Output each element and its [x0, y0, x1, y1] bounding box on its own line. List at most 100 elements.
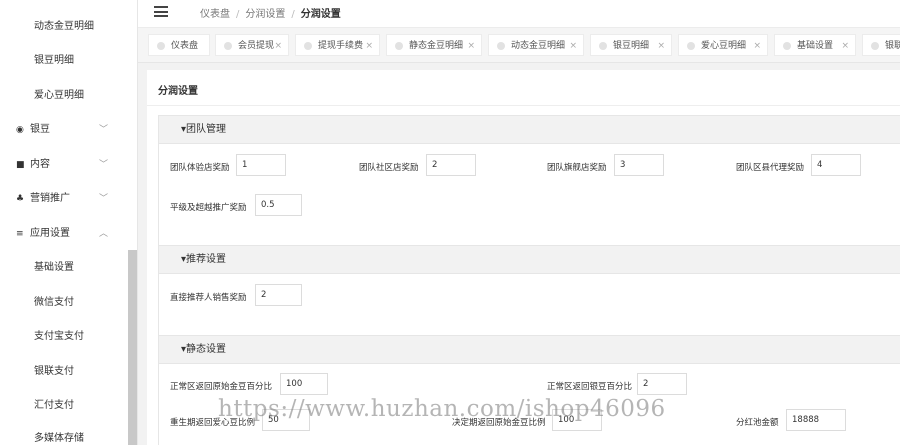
section-static-settings: ▾静态设置 正常区返回原始金豆百分比 正常区返回银豆百分比 重生期返回爱心豆比例… — [158, 335, 900, 445]
breadcrumb: 仪表盘 / 分润设置 / 分润设置 — [200, 9, 341, 20]
tab-dynamic-gold[interactable]: 动态金豆明细 × — [488, 34, 584, 56]
tab-withdrawal[interactable]: 会员提现 × — [215, 34, 289, 56]
top-header: 仪表盘 / 分润设置 / 分润设置 — [138, 0, 900, 28]
sidebar-item-wechat-pay[interactable]: 微信支付 — [0, 286, 128, 320]
normal-zone-silver-return-input[interactable] — [637, 373, 687, 395]
tab-dot-icon — [871, 42, 879, 50]
close-icon[interactable]: × — [274, 35, 282, 57]
direct-referrer-sales-reward-input[interactable] — [255, 284, 302, 306]
tab-dot-icon — [224, 42, 232, 50]
close-icon[interactable]: × — [365, 35, 373, 57]
section-header[interactable]: ▾团队管理 — [159, 116, 900, 144]
sidebar-group-label: 应用设置 — [30, 228, 70, 239]
sidebar-item-silver-detail[interactable]: 银豆明细 — [0, 44, 128, 78]
decision-period-gold-return-input[interactable] — [552, 409, 602, 431]
sidebar-scrollbar[interactable] — [128, 250, 137, 445]
field-label: 团队社区店奖励 — [359, 163, 419, 173]
field-label: 分红池金额 — [736, 418, 779, 428]
team-flagship-store-reward-input[interactable] — [614, 154, 664, 176]
tab-love-detail[interactable]: 爱心豆明细 × — [678, 34, 768, 56]
section-header[interactable]: ▾推荐设置 — [159, 246, 900, 274]
sidebar-item-huifu-pay[interactable]: 汇付支付 — [0, 389, 128, 423]
section-header[interactable]: ▾静态设置 — [159, 336, 900, 364]
field-label: 团队区县代理奖励 — [736, 163, 805, 173]
normal-zone-gold-return-input[interactable] — [280, 373, 328, 395]
section-team-management: ▾团队管理 团队体验店奖励 团队社区店奖励 团队旗舰店奖励 团队区县代理奖励 平… — [158, 115, 900, 245]
tab-dot-icon — [157, 42, 165, 50]
tab-dot-icon — [497, 42, 505, 50]
field-label: 决定期返回原始金豆比例 — [452, 418, 546, 428]
team-experience-store-reward-input[interactable] — [236, 154, 286, 176]
tab-label: 爱心豆明细 — [701, 41, 747, 51]
dividend-pool-amount-input[interactable] — [786, 409, 846, 431]
sidebar-item-love-detail[interactable]: 爱心豆明细 — [0, 79, 128, 113]
chevron-up-icon: ︿ — [98, 229, 108, 239]
tab-dot-icon — [304, 42, 312, 50]
tab-silver-detail[interactable]: 银豆明细 × — [590, 34, 672, 56]
field-label: 直接推荐人销售奖励 — [170, 293, 247, 303]
sidebar-item-label: 爱心豆明细 — [34, 90, 84, 101]
sidebar-item-label: 汇付支付 — [34, 400, 74, 411]
sidebar-item-label: 银联支付 — [34, 366, 74, 377]
tab-withdrawal-fee[interactable]: 提现手续费 × — [295, 34, 380, 56]
tab-static-gold[interactable]: 静态金豆明细 × — [386, 34, 482, 56]
sidebar-group-marketing[interactable]: ♣ 营销推广 ﹀ — [0, 182, 128, 216]
sidebar-item-label: 支付宝支付 — [34, 331, 84, 342]
tab-dot-icon — [599, 42, 607, 50]
rebirth-love-return-input[interactable] — [262, 409, 310, 431]
peer-surpass-promotion-reward-input[interactable] — [255, 194, 302, 216]
list-icon: ≡ — [16, 229, 24, 239]
tab-bar: 仪表盘 会员提现 × 提现手续费 × 静态金豆明细 × 动态金豆明细 × 银豆明细 × 爱… — [138, 28, 900, 63]
breadcrumb-item[interactable]: 分润设置 — [245, 9, 285, 20]
sidebar-group-silver[interactable]: ◉ 银豆 ﹀ — [0, 113, 128, 147]
tab-dot-icon — [783, 42, 791, 50]
page-title: 分润设置 — [158, 86, 198, 97]
sidebar-item-basic-settings[interactable]: 基础设置 — [0, 251, 128, 285]
sidebar-item-dynamic-gold[interactable]: 动态金豆明细 — [0, 10, 128, 44]
sidebar-group-label: 内容 — [30, 159, 50, 170]
sidebar-group-content[interactable]: ■ 内容 ﹀ — [0, 148, 128, 182]
sidebar-group-app-settings[interactable]: ≡ 应用设置 ︿ — [0, 217, 128, 251]
close-icon[interactable]: × — [467, 35, 475, 57]
field-label: 重生期返回爱心豆比例 — [170, 418, 256, 428]
sidebar-item-label: 基础设置 — [34, 262, 74, 273]
sidebar-item-label: 动态金豆明细 — [34, 21, 94, 32]
tab-label: 基础设置 — [797, 41, 834, 51]
field-label: 团队旗舰店奖励 — [547, 163, 607, 173]
team-county-agent-reward-input[interactable] — [811, 154, 861, 176]
sidebar-item-media-storage[interactable]: 多媒体存储 — [0, 422, 128, 445]
tab-label: 会员提现 — [238, 41, 275, 51]
field-label: 平级及超越推广奖励 — [170, 203, 247, 213]
section-recommendation: ▾推荐设置 直接推荐人销售奖励 — [158, 245, 900, 335]
tab-label: 仪表盘 — [171, 41, 199, 51]
tab-label: 提现手续费 — [318, 41, 364, 51]
share-icon: ♣ — [16, 194, 25, 204]
tab-dashboard[interactable]: 仪表盘 — [148, 34, 210, 56]
tab-label: 银联 — [885, 41, 900, 51]
team-community-store-reward-input[interactable] — [426, 154, 476, 176]
breadcrumb-item[interactable]: 仪表盘 — [200, 9, 230, 20]
sidebar-item-label: 多媒体存储 — [34, 433, 84, 444]
tab-dot-icon — [687, 42, 695, 50]
chevron-down-icon: ﹀ — [98, 194, 108, 204]
close-icon[interactable]: × — [657, 35, 665, 57]
close-icon[interactable]: × — [753, 35, 761, 57]
field-label: 正常区返回银豆百分比 — [547, 382, 633, 392]
folder-icon: ■ — [16, 160, 25, 170]
sidebar-group-label: 营销推广 — [30, 193, 70, 204]
field-label: 团队体验店奖励 — [170, 163, 230, 173]
close-icon[interactable]: × — [569, 35, 577, 57]
sidebar-item-label: 银豆明细 — [34, 55, 74, 66]
sidebar: 动态金豆明细 银豆明细 爱心豆明细 ◉ 银豆 ﹀ ■ 内容 ﹀ ♣ 营销推广 ﹀ ≡ 应… — [0, 0, 138, 445]
sidebar-group-label: 银豆 — [30, 124, 50, 135]
tab-basic-settings[interactable]: 基础设置 × — [774, 34, 856, 56]
sidebar-item-unionpay[interactable]: 银联支付 — [0, 355, 128, 389]
hamburger-menu-icon[interactable] — [154, 6, 168, 17]
tab-unionpay[interactable]: 银联 — [862, 34, 900, 56]
close-icon[interactable]: × — [841, 35, 849, 57]
tab-label: 动态金豆明细 — [511, 41, 566, 51]
sidebar-item-alipay[interactable]: 支付宝支付 — [0, 320, 128, 354]
main-content: 分润设置 ▾团队管理 团队体验店奖励 团队社区店奖励 团队旗舰店奖励 团队区县代… — [138, 63, 900, 445]
tab-label: 静态金豆明细 — [409, 41, 464, 51]
tab-dot-icon — [395, 42, 403, 50]
